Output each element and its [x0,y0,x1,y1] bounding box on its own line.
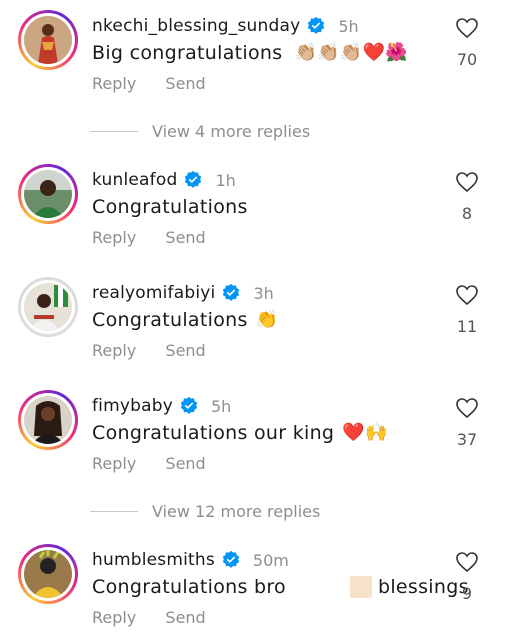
divider [90,511,138,512]
comment-text: Big congratulations [92,42,283,64]
heart-icon[interactable] [455,16,479,40]
timestamp: 5h [211,396,232,416]
send-button[interactable]: Send [165,608,205,627]
heart-icon[interactable] [455,170,479,194]
like-count: 70 [456,50,478,69]
reply-button[interactable]: Reply [92,454,136,473]
timestamp: 50m [252,550,289,570]
heart-icon[interactable] [455,396,479,420]
send-button[interactable]: Send [165,228,205,247]
emoji-text: ❤️🙌 [342,422,388,443]
heart-icon[interactable] [455,550,479,574]
timestamp: 1h [215,170,236,190]
username[interactable]: fimybaby [92,396,173,416]
timestamp: 5h [338,16,359,36]
username[interactable]: nkechi_blessing_sunday [92,16,300,36]
comment-text: Congratulations [92,309,248,331]
reply-button[interactable]: Reply [92,608,136,627]
avatar[interactable] [18,277,78,337]
username[interactable]: kunleafod [92,170,177,190]
like-count: 9 [461,584,473,603]
username[interactable]: realyomifabiyi [92,283,215,303]
emoji-text: 👏 [255,309,279,330]
verified-badge-icon [308,16,325,34]
verified-badge-icon [222,550,240,568]
username[interactable]: humblesmiths [92,550,215,570]
verified-badge-icon [223,283,240,301]
like-count: 37 [456,430,478,449]
send-button[interactable]: Send [165,74,205,93]
send-button[interactable]: Send [165,341,205,360]
view-more-label: View 12 more replies [152,502,321,521]
comment-text: Congratulations bro [92,576,286,598]
verified-badge-icon [185,170,202,188]
send-button[interactable]: Send [165,454,205,473]
avatar[interactable] [18,544,78,604]
view-more-label: View 4 more replies [152,122,311,141]
like-count: 8 [461,204,473,223]
avatar[interactable] [18,164,78,224]
reply-button[interactable]: Reply [92,228,136,247]
divider [90,131,138,132]
timestamp: 3h [253,283,274,303]
verified-badge-icon [180,396,198,414]
heart-icon[interactable] [455,283,479,307]
view-more-replies[interactable]: View 12 more replies [90,502,320,521]
comment-text: Congratulations [92,196,248,218]
avatar[interactable] [18,10,78,70]
comment-text: Congratulations our king [92,422,335,444]
like-count: 11 [456,317,478,336]
view-more-replies[interactable]: View 4 more replies [90,122,310,141]
reply-button[interactable]: Reply [92,74,136,93]
avatar[interactable] [18,390,78,450]
emoji-placeholder [349,576,372,598]
emoji-text: 👏🏼👏🏼👏🏼❤️🌺 [294,42,409,63]
reply-button[interactable]: Reply [92,341,136,360]
